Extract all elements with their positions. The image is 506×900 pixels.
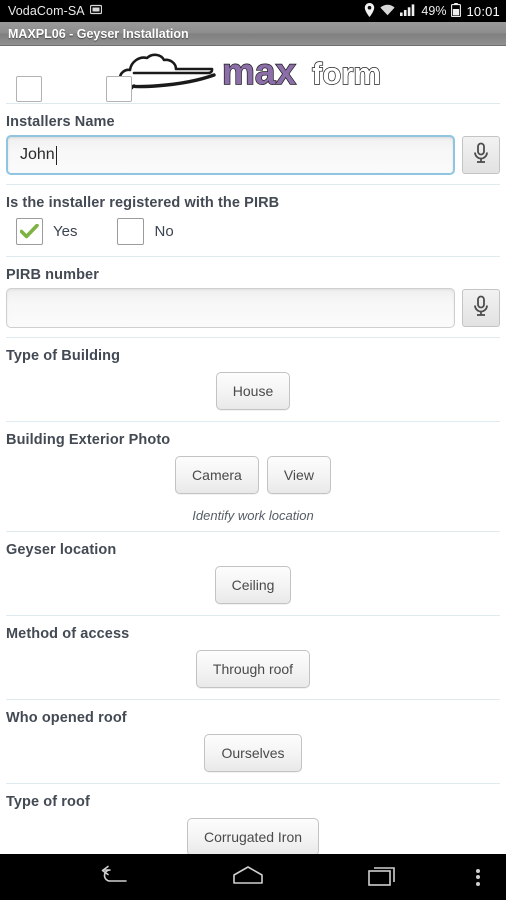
method-of-access-label: Method of access <box>6 626 130 642</box>
checkmark-icon <box>20 224 39 239</box>
page-title: MAXPL06 - Geyser Installation <box>8 26 189 41</box>
field-type-of-building: Type of Building House <box>0 338 506 421</box>
installers-name-input[interactable]: John <box>6 135 455 175</box>
installers-name-label: Installers Name <box>6 114 115 130</box>
microphone-icon <box>472 295 490 322</box>
building-exterior-photo-hint: Identify work location <box>192 508 314 523</box>
nav-home-button[interactable] <box>181 854 316 900</box>
field-who-opened-roof: Who opened roof Ourselves <box>0 700 506 783</box>
type-of-roof-label: Type of roof <box>6 794 90 810</box>
field-type-of-roof: Type of roof Corrugated Iron <box>0 784 506 854</box>
pirb-yes-checkbox[interactable] <box>16 218 43 245</box>
partial-checkbox-row[interactable] <box>6 76 500 104</box>
field-method-of-access: Method of access Through roof <box>0 616 506 699</box>
pirb-no-checkbox[interactable] <box>117 218 145 245</box>
field-building-exterior-photo: Building Exterior Photo Camera View Iden… <box>0 422 506 531</box>
wifi-icon <box>380 4 396 19</box>
phone-screen: VodaCom-SA 49% 10:01 MAXPL06 - Geyser In… <box>0 0 506 900</box>
field-geyser-location: Geyser location Ceiling <box>0 532 506 615</box>
installers-name-value: John <box>20 146 55 163</box>
home-icon <box>232 865 264 890</box>
view-button[interactable]: View <box>266 456 331 494</box>
back-arrow-icon <box>98 865 128 890</box>
recent-apps-icon <box>367 864 398 891</box>
field-pirb-number: PIRB number <box>0 257 506 337</box>
type-of-building-option-button[interactable]: House <box>215 372 291 410</box>
pirb-number-input[interactable] <box>6 288 455 328</box>
app-logo: max form <box>0 46 506 92</box>
status-bar-left: VodaCom-SA <box>8 4 102 18</box>
nav-recents-button[interactable] <box>315 854 450 900</box>
sim-card-icon <box>89 4 102 18</box>
partial-checkbox-2[interactable] <box>106 76 132 102</box>
installers-name-mic-button[interactable] <box>462 136 500 174</box>
pirb-number-label: PIRB number <box>6 267 99 283</box>
logo-text-form: form <box>312 56 381 91</box>
nav-back-button[interactable] <box>46 854 181 900</box>
cloud-icon <box>118 53 216 90</box>
who-opened-roof-option-button[interactable]: Ourselves <box>204 734 302 772</box>
microphone-icon <box>472 142 490 169</box>
field-installers-name: Installers Name John <box>0 104 506 184</box>
form-scroll-area[interactable]: max form Installers Name John Is the ins… <box>0 46 506 854</box>
overflow-menu-icon <box>476 866 481 888</box>
nav-overflow-menu-button[interactable] <box>450 866 506 888</box>
logo-text-max: max <box>222 51 296 92</box>
geyser-location-label: Geyser location <box>6 542 117 558</box>
building-exterior-photo-label: Building Exterior Photo <box>6 432 171 448</box>
who-opened-roof-label: Who opened roof <box>6 710 127 726</box>
type-of-roof-option-button[interactable]: Corrugated Iron <box>186 818 320 854</box>
status-bar-right: 49% 10:01 <box>364 2 500 20</box>
pirb-no-label: No <box>154 223 174 240</box>
pirb-number-mic-button[interactable] <box>462 289 500 327</box>
battery-icon <box>451 2 462 20</box>
pirb-yes-label: Yes <box>53 223 78 240</box>
text-caret <box>55 145 57 165</box>
location-pin-icon <box>364 2 375 20</box>
clock-label: 10:01 <box>466 3 500 19</box>
android-navigation-bar <box>0 854 506 900</box>
status-bar: VodaCom-SA 49% 10:01 <box>0 0 506 22</box>
carrier-label: VodaCom-SA <box>8 4 85 18</box>
field-pirb-registered: Is the installer registered with the PIR… <box>0 185 506 256</box>
signal-bars-icon <box>400 3 416 19</box>
method-of-access-option-button[interactable]: Through roof <box>195 650 311 688</box>
pirb-registered-label: Is the installer registered with the PIR… <box>6 195 280 211</box>
app-title-bar: MAXPL06 - Geyser Installation <box>0 22 506 46</box>
type-of-building-label: Type of Building <box>6 348 121 364</box>
battery-percent-label: 49% <box>421 4 447 18</box>
maxform-logo-svg: max form <box>118 50 382 92</box>
geyser-location-option-button[interactable]: Ceiling <box>214 566 292 604</box>
partial-checkbox-1[interactable] <box>16 76 42 102</box>
camera-button[interactable]: Camera <box>175 456 259 494</box>
